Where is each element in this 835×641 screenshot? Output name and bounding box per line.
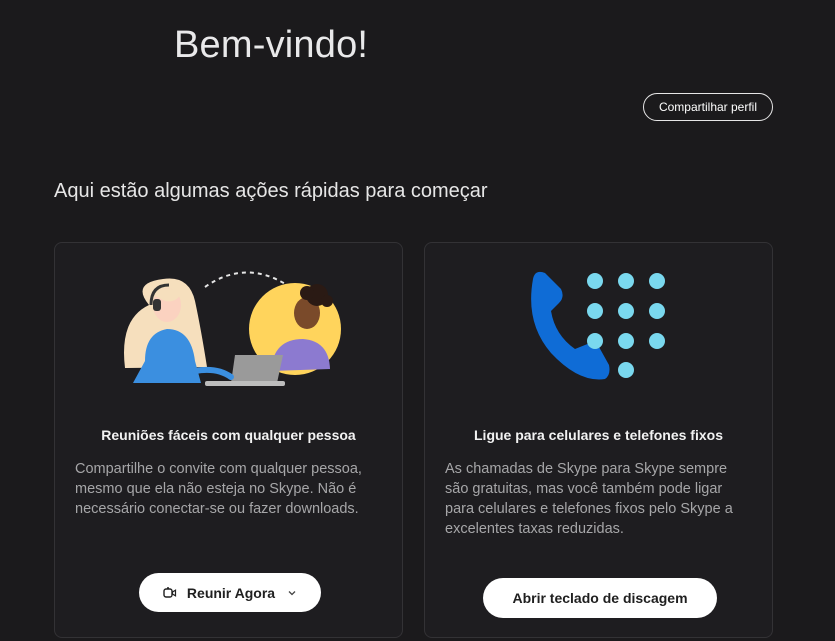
open-dial-pad-button[interactable]: Abrir teclado de discagem: [483, 578, 717, 618]
card-title: Reuniões fáceis com qualquer pessoa: [101, 427, 356, 443]
meet-now-button[interactable]: Reunir Agora: [139, 573, 321, 612]
phone-dialpad-illustration: [531, 271, 665, 380]
card-description: Compartilhe o convite com qualquer pesso…: [75, 461, 362, 517]
chevron-down-icon[interactable]: [287, 588, 297, 598]
dial-pad-card: Ligue para celulares e telefones fixos A…: [424, 242, 773, 638]
meet-now-label: Reunir Agora: [186, 584, 276, 601]
quick-actions-heading: Aqui estão algumas ações rápidas para co…: [54, 180, 488, 202]
card-description: As chamadas de Skype para Skype sempre s…: [445, 461, 733, 537]
card-title: Ligue para celulares e telefones fixos: [474, 427, 723, 443]
share-profile-button[interactable]: Compartilhar perfil: [643, 93, 773, 121]
video-camera-icon: [163, 586, 177, 598]
meeting-illustration: [124, 271, 341, 386]
meet-now-card: Reuniões fáceis com qualquer pessoa Comp…: [54, 242, 403, 638]
page-title: Bem-vindo!: [174, 24, 369, 66]
